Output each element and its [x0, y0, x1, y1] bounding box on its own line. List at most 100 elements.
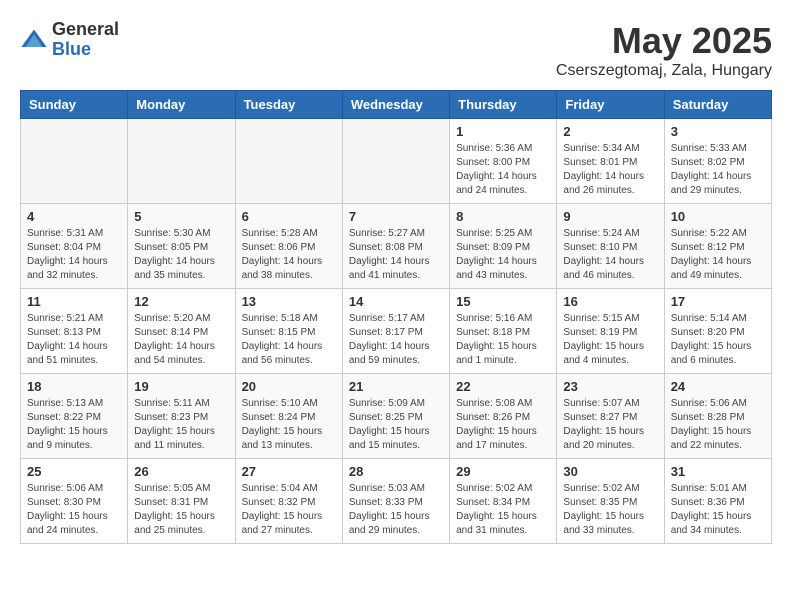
day-number: 31 — [671, 464, 765, 479]
day-number: 5 — [134, 209, 228, 224]
day-info: Sunrise: 5:34 AM Sunset: 8:01 PM Dayligh… — [563, 142, 657, 198]
day-info: Sunrise: 5:24 AM Sunset: 8:10 PM Dayligh… — [563, 227, 657, 283]
day-number: 4 — [27, 209, 121, 224]
logo-general: General — [52, 20, 119, 40]
calendar-cell-w5-d6: 30 Sunrise: 5:02 AM Sunset: 8:35 PM Dayli… — [557, 459, 664, 544]
weekday-header-wednesday: Wednesday — [342, 91, 449, 119]
day-info: Sunrise: 5:11 AM Sunset: 8:23 PM Dayligh… — [134, 397, 228, 453]
calendar-cell-w3-d7: 17 Sunrise: 5:14 AM Sunset: 8:20 PM Dayli… — [664, 289, 771, 374]
calendar-cell-w2-d2: 5 Sunrise: 5:30 AM Sunset: 8:05 PM Daylig… — [128, 204, 235, 289]
month-title: May 2025 — [556, 20, 772, 62]
calendar-cell-w5-d5: 29 Sunrise: 5:02 AM Sunset: 8:34 PM Dayli… — [450, 459, 557, 544]
day-info: Sunrise: 5:13 AM Sunset: 8:22 PM Dayligh… — [27, 397, 121, 453]
calendar-table: SundayMondayTuesdayWednesdayThursdayFrid… — [20, 90, 772, 544]
calendar-cell-w4-d4: 21 Sunrise: 5:09 AM Sunset: 8:25 PM Dayli… — [342, 374, 449, 459]
day-info: Sunrise: 5:16 AM Sunset: 8:18 PM Dayligh… — [456, 312, 550, 368]
page-header: General Blue May 2025 Cserszegtomaj, Zal… — [20, 20, 772, 80]
weekday-header-monday: Monday — [128, 91, 235, 119]
day-info: Sunrise: 5:04 AM Sunset: 8:32 PM Dayligh… — [242, 482, 336, 538]
calendar-cell-w1-d4 — [342, 119, 449, 204]
calendar-cell-w2-d3: 6 Sunrise: 5:28 AM Sunset: 8:06 PM Daylig… — [235, 204, 342, 289]
weekday-header-tuesday: Tuesday — [235, 91, 342, 119]
weekday-header-friday: Friday — [557, 91, 664, 119]
day-info: Sunrise: 5:28 AM Sunset: 8:06 PM Dayligh… — [242, 227, 336, 283]
calendar-cell-w2-d4: 7 Sunrise: 5:27 AM Sunset: 8:08 PM Daylig… — [342, 204, 449, 289]
calendar-week-1: 1Sunrise: 5:36 AM Sunset: 8:00 PM Daylig… — [21, 119, 772, 204]
day-info: Sunrise: 5:02 AM Sunset: 8:34 PM Dayligh… — [456, 482, 550, 538]
day-number: 27 — [242, 464, 336, 479]
calendar-cell-w1-d1 — [21, 119, 128, 204]
calendar-cell-w4-d7: 24 Sunrise: 5:06 AM Sunset: 8:28 PM Dayli… — [664, 374, 771, 459]
day-info: Sunrise: 5:07 AM Sunset: 8:27 PM Dayligh… — [563, 397, 657, 453]
calendar-week-2: 4 Sunrise: 5:31 AM Sunset: 8:04 PM Daylig… — [21, 204, 772, 289]
day-info: Sunrise: 5:33 AM Sunset: 8:02 PM Dayligh… — [671, 142, 765, 198]
calendar-week-3: 11 Sunrise: 5:21 AM Sunset: 8:13 PM Dayli… — [21, 289, 772, 374]
logo-icon — [20, 26, 48, 54]
day-number: 30 — [563, 464, 657, 479]
logo-text: General Blue — [52, 20, 119, 60]
calendar-cell-w4-d2: 19 Sunrise: 5:11 AM Sunset: 8:23 PM Dayli… — [128, 374, 235, 459]
day-info: Sunrise: 5:25 AM Sunset: 8:09 PM Dayligh… — [456, 227, 550, 283]
calendar-cell-w1-d5: 1Sunrise: 5:36 AM Sunset: 8:00 PM Daylig… — [450, 119, 557, 204]
day-info: Sunrise: 5:31 AM Sunset: 8:04 PM Dayligh… — [27, 227, 121, 283]
day-number: 7 — [349, 209, 443, 224]
day-info: Sunrise: 5:21 AM Sunset: 8:13 PM Dayligh… — [27, 312, 121, 368]
day-number: 25 — [27, 464, 121, 479]
calendar-cell-w2-d1: 4 Sunrise: 5:31 AM Sunset: 8:04 PM Daylig… — [21, 204, 128, 289]
day-info: Sunrise: 5:27 AM Sunset: 8:08 PM Dayligh… — [349, 227, 443, 283]
day-info: Sunrise: 5:14 AM Sunset: 8:20 PM Dayligh… — [671, 312, 765, 368]
day-number: 3 — [671, 124, 765, 139]
weekday-header-thursday: Thursday — [450, 91, 557, 119]
calendar-cell-w5-d3: 27 Sunrise: 5:04 AM Sunset: 8:32 PM Dayli… — [235, 459, 342, 544]
calendar-cell-w5-d2: 26Sunrise: 5:05 AM Sunset: 8:31 PM Dayli… — [128, 459, 235, 544]
day-number: 6 — [242, 209, 336, 224]
weekday-header-row: SundayMondayTuesdayWednesdayThursdayFrid… — [21, 91, 772, 119]
calendar-cell-w3-d2: 12 Sunrise: 5:20 AM Sunset: 8:14 PM Dayli… — [128, 289, 235, 374]
day-info: Sunrise: 5:09 AM Sunset: 8:25 PM Dayligh… — [349, 397, 443, 453]
calendar-cell-w2-d6: 9 Sunrise: 5:24 AM Sunset: 8:10 PM Daylig… — [557, 204, 664, 289]
calendar-cell-w2-d5: 8 Sunrise: 5:25 AM Sunset: 8:09 PM Daylig… — [450, 204, 557, 289]
day-info: Sunrise: 5:15 AM Sunset: 8:19 PM Dayligh… — [563, 312, 657, 368]
day-info: Sunrise: 5:30 AM Sunset: 8:05 PM Dayligh… — [134, 227, 228, 283]
day-number: 12 — [134, 294, 228, 309]
day-number: 13 — [242, 294, 336, 309]
day-number: 19 — [134, 379, 228, 394]
day-number: 10 — [671, 209, 765, 224]
calendar-cell-w1-d3 — [235, 119, 342, 204]
calendar-cell-w2-d7: 10Sunrise: 5:22 AM Sunset: 8:12 PM Dayli… — [664, 204, 771, 289]
weekday-header-saturday: Saturday — [664, 91, 771, 119]
day-info: Sunrise: 5:17 AM Sunset: 8:17 PM Dayligh… — [349, 312, 443, 368]
calendar-week-4: 18Sunrise: 5:13 AM Sunset: 8:22 PM Dayli… — [21, 374, 772, 459]
location-title: Cserszegtomaj, Zala, Hungary — [556, 62, 772, 80]
day-number: 16 — [563, 294, 657, 309]
day-number: 24 — [671, 379, 765, 394]
day-number: 1 — [456, 124, 550, 139]
calendar-cell-w1-d7: 3 Sunrise: 5:33 AM Sunset: 8:02 PM Daylig… — [664, 119, 771, 204]
calendar-cell-w4-d1: 18Sunrise: 5:13 AM Sunset: 8:22 PM Dayli… — [21, 374, 128, 459]
day-number: 29 — [456, 464, 550, 479]
calendar-cell-w3-d5: 15 Sunrise: 5:16 AM Sunset: 8:18 PM Dayli… — [450, 289, 557, 374]
calendar-cell-w5-d1: 25 Sunrise: 5:06 AM Sunset: 8:30 PM Dayli… — [21, 459, 128, 544]
day-info: Sunrise: 5:06 AM Sunset: 8:28 PM Dayligh… — [671, 397, 765, 453]
day-number: 23 — [563, 379, 657, 394]
logo-blue: Blue — [52, 40, 119, 60]
calendar-cell-w1-d2 — [128, 119, 235, 204]
day-number: 21 — [349, 379, 443, 394]
day-info: Sunrise: 5:08 AM Sunset: 8:26 PM Dayligh… — [456, 397, 550, 453]
day-number: 11 — [27, 294, 121, 309]
day-number: 14 — [349, 294, 443, 309]
day-number: 26 — [134, 464, 228, 479]
calendar-cell-w5-d4: 28Sunrise: 5:03 AM Sunset: 8:33 PM Dayli… — [342, 459, 449, 544]
day-number: 9 — [563, 209, 657, 224]
day-info: Sunrise: 5:20 AM Sunset: 8:14 PM Dayligh… — [134, 312, 228, 368]
calendar-cell-w3-d6: 16 Sunrise: 5:15 AM Sunset: 8:19 PM Dayli… — [557, 289, 664, 374]
day-number: 17 — [671, 294, 765, 309]
day-info: Sunrise: 5:03 AM Sunset: 8:33 PM Dayligh… — [349, 482, 443, 538]
title-block: May 2025 Cserszegtomaj, Zala, Hungary — [556, 20, 772, 80]
day-info: Sunrise: 5:02 AM Sunset: 8:35 PM Dayligh… — [563, 482, 657, 538]
day-info: Sunrise: 5:01 AM Sunset: 8:36 PM Dayligh… — [671, 482, 765, 538]
calendar-cell-w1-d6: 2Sunrise: 5:34 AM Sunset: 8:01 PM Daylig… — [557, 119, 664, 204]
day-number: 15 — [456, 294, 550, 309]
day-number: 8 — [456, 209, 550, 224]
day-info: Sunrise: 5:06 AM Sunset: 8:30 PM Dayligh… — [27, 482, 121, 538]
